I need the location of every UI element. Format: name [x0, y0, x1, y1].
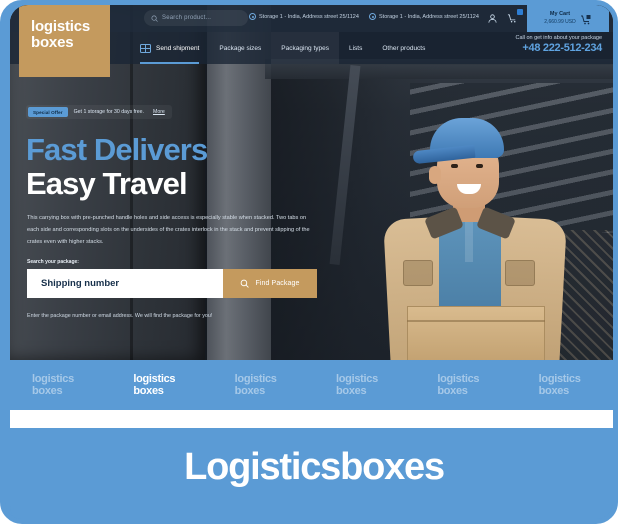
hero-paragraph: This carrying box with pre-punched handl… — [27, 215, 310, 245]
offer-text: Get 1 storage for 30 days free. — [73, 109, 144, 115]
storage-2-label: Storage 1 - India, Address street 25/112… — [379, 13, 479, 20]
user-icon — [488, 14, 497, 23]
storage-selector-2[interactable]: Storage 1 - India, Address street 25/112… — [369, 13, 479, 20]
partner-line-1: logistics — [538, 373, 581, 385]
partner-line-1: logistics — [234, 373, 277, 385]
partner-logo-6[interactable]: logistics boxes — [517, 373, 613, 397]
product-search-placeholder: Search product... — [162, 15, 212, 21]
storage-selector-1[interactable]: Storage 1 - India, Address street 25/112… — [249, 13, 359, 20]
package-search-hint: Enter the package number or email addres… — [27, 313, 213, 319]
nav-item-other-products[interactable]: Other products — [372, 32, 435, 64]
delivery-man-photo — [365, 100, 600, 360]
cart-label: My Cart — [549, 11, 571, 17]
location-pin-icon — [249, 13, 256, 20]
mini-cart-button[interactable] — [507, 9, 523, 25]
cart-count-badge — [517, 9, 523, 15]
website-preview-card: Search product... Storage 1 - India, Add… — [10, 5, 613, 519]
special-offer-banner[interactable]: Special Offer Get 1 storage for 30 days … — [26, 105, 172, 119]
offer-badge: Special Offer — [28, 107, 68, 117]
account-button[interactable] — [487, 11, 501, 25]
product-search[interactable]: Search product... — [144, 10, 248, 26]
partner-logo-4[interactable]: logistics boxes — [314, 373, 415, 397]
nav-label: Send shipment — [156, 44, 200, 52]
shirt-placket — [465, 218, 473, 262]
package-search-label: Search your package: — [27, 259, 79, 265]
logo-line-1: logistics — [31, 18, 91, 35]
partner-line-2: boxes — [32, 385, 63, 397]
partner-logo-5[interactable]: logistics boxes — [415, 373, 516, 397]
page-frame: Search product... Storage 1 - India, Add… — [0, 0, 618, 524]
cart-amount: 2,660.99 USD — [544, 19, 576, 25]
search-icon — [241, 279, 250, 288]
call-caption: Call on get info about your package — [515, 35, 602, 41]
search-icon — [151, 15, 158, 22]
find-package-label: Find Package — [255, 280, 300, 287]
cart-icon — [580, 13, 592, 25]
ear — [429, 166, 441, 184]
call-phone[interactable]: +48 222-512-234 — [515, 42, 602, 54]
partner-logo-3[interactable]: logistics boxes — [213, 373, 314, 397]
site-logo[interactable]: logistics boxes — [19, 5, 110, 77]
offer-more-link[interactable]: More — [153, 109, 165, 115]
nav-label: Lists — [349, 44, 363, 52]
cardboard-box-seam — [407, 320, 545, 322]
headline-line-1: Fast Delivers — [26, 132, 208, 167]
package-search-bar: Find Package — [27, 269, 317, 298]
headline-line-2: Easy Travel — [26, 166, 188, 201]
partner-line-1: logistics — [335, 373, 378, 385]
contact-info: Call on get info about your package +48 … — [515, 35, 602, 54]
shipping-number-input[interactable] — [27, 269, 223, 298]
partner-line-1: logistics — [437, 373, 480, 385]
partner-line-2: boxes — [538, 385, 570, 397]
grid-icon — [140, 43, 151, 53]
jacket-pocket-left — [403, 260, 433, 286]
stair-rail — [329, 65, 361, 265]
location-pin-icon — [369, 13, 376, 20]
nav-label: Packaging types — [281, 44, 329, 52]
partner-logo-1[interactable]: logistics boxes — [10, 373, 111, 397]
my-cart-button[interactable]: My Cart 2,660.99 USD — [527, 5, 609, 32]
partner-line-1: logistics — [32, 373, 74, 385]
partner-line-2: boxes — [335, 385, 367, 397]
nav-label: Other products — [382, 44, 426, 52]
find-package-button[interactable]: Find Package — [223, 269, 317, 298]
nav-label: Package sizes — [219, 44, 262, 52]
jacket-pocket-right — [505, 260, 535, 286]
cardboard-box — [407, 306, 545, 360]
partner-line-2: boxes — [133, 385, 164, 397]
hero-section: Search product... Storage 1 - India, Add… — [10, 5, 613, 360]
hero-headline: Fast Delivers Easy Travel — [26, 132, 208, 201]
project-title: Logisticsboxes — [10, 428, 613, 519]
eye-right — [476, 164, 483, 168]
logo-line-2: boxes — [31, 34, 74, 51]
partner-logo-strip: logistics boxes logistics boxes logistic… — [10, 360, 613, 410]
divider-gap — [10, 410, 613, 428]
nav-item-lists[interactable]: Lists — [339, 32, 372, 64]
partner-logo-2[interactable]: logistics boxes — [111, 373, 212, 397]
nav-item-package-sizes[interactable]: Package sizes — [209, 32, 271, 64]
eye-left — [451, 164, 458, 168]
storage-1-label: Storage 1 - India, Address street 25/112… — [259, 13, 359, 20]
partner-line-2: boxes — [437, 385, 468, 397]
nav-item-packaging-types[interactable]: Packaging types — [271, 32, 339, 64]
partner-line-1: logistics — [133, 373, 176, 385]
partner-line-2: boxes — [234, 385, 266, 397]
nav-item-send-shipment[interactable]: Send shipment — [130, 32, 209, 64]
